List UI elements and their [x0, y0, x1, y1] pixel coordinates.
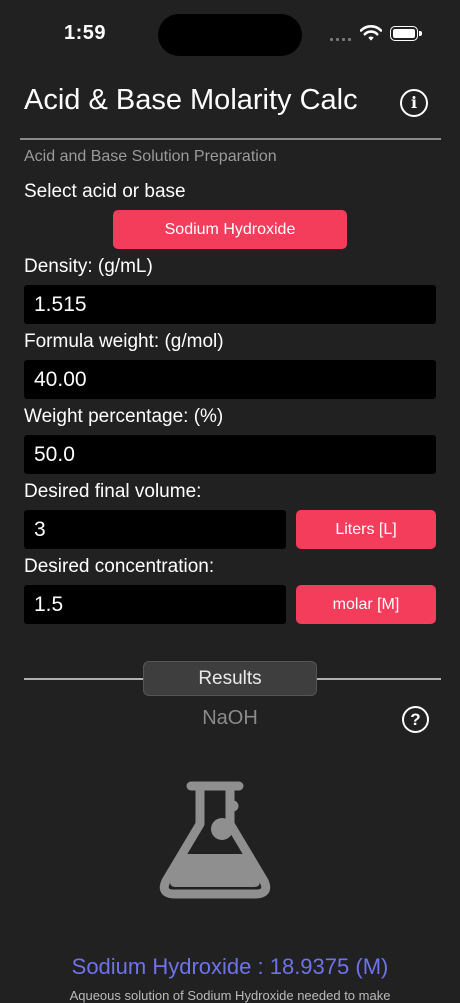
formula-weight-input[interactable] — [24, 360, 436, 399]
result-description: Aqueous solution of Sodium Hydroxide nee… — [69, 988, 391, 1003]
flask-icon — [159, 781, 271, 899]
chemical-formula: NaOH — [202, 707, 258, 729]
volume-unit-button[interactable]: Liters [L] — [296, 510, 436, 549]
help-icon[interactable]: ? — [402, 706, 429, 733]
result-molarity: Sodium Hydroxide : 18.9375 (M) — [71, 954, 389, 979]
wifi-icon — [360, 25, 382, 41]
info-icon[interactable]: i — [400, 89, 428, 117]
status-time: 1:59 — [64, 22, 107, 44]
concentration-input[interactable] — [24, 585, 286, 624]
weight-percentage-input[interactable] — [24, 435, 436, 474]
density-input[interactable] — [24, 285, 436, 324]
weight-percentage-label: Weight percentage: (%) — [24, 406, 224, 427]
page-title: Acid & Base Molarity Calc — [24, 84, 358, 116]
concentration-unit-button[interactable]: molar [M] — [296, 585, 436, 624]
density-label: Density: (g/mL) — [24, 256, 153, 277]
formula-weight-label: Formula weight: (g/mol) — [24, 331, 224, 352]
substance-select-button[interactable]: Sodium Hydroxide — [113, 210, 347, 249]
section-label: Acid and Base Solution Preparation — [24, 148, 277, 165]
results-tab[interactable]: Results — [143, 661, 317, 696]
header-divider — [20, 138, 441, 140]
cellular-signal-icon — [330, 29, 354, 41]
select-label: Select acid or base — [24, 181, 186, 202]
concentration-label: Desired concentration: — [24, 556, 215, 577]
final-volume-label: Desired final volume: — [24, 481, 202, 502]
final-volume-input[interactable] — [24, 510, 286, 549]
battery-icon — [390, 26, 422, 41]
dynamic-island — [158, 14, 302, 56]
